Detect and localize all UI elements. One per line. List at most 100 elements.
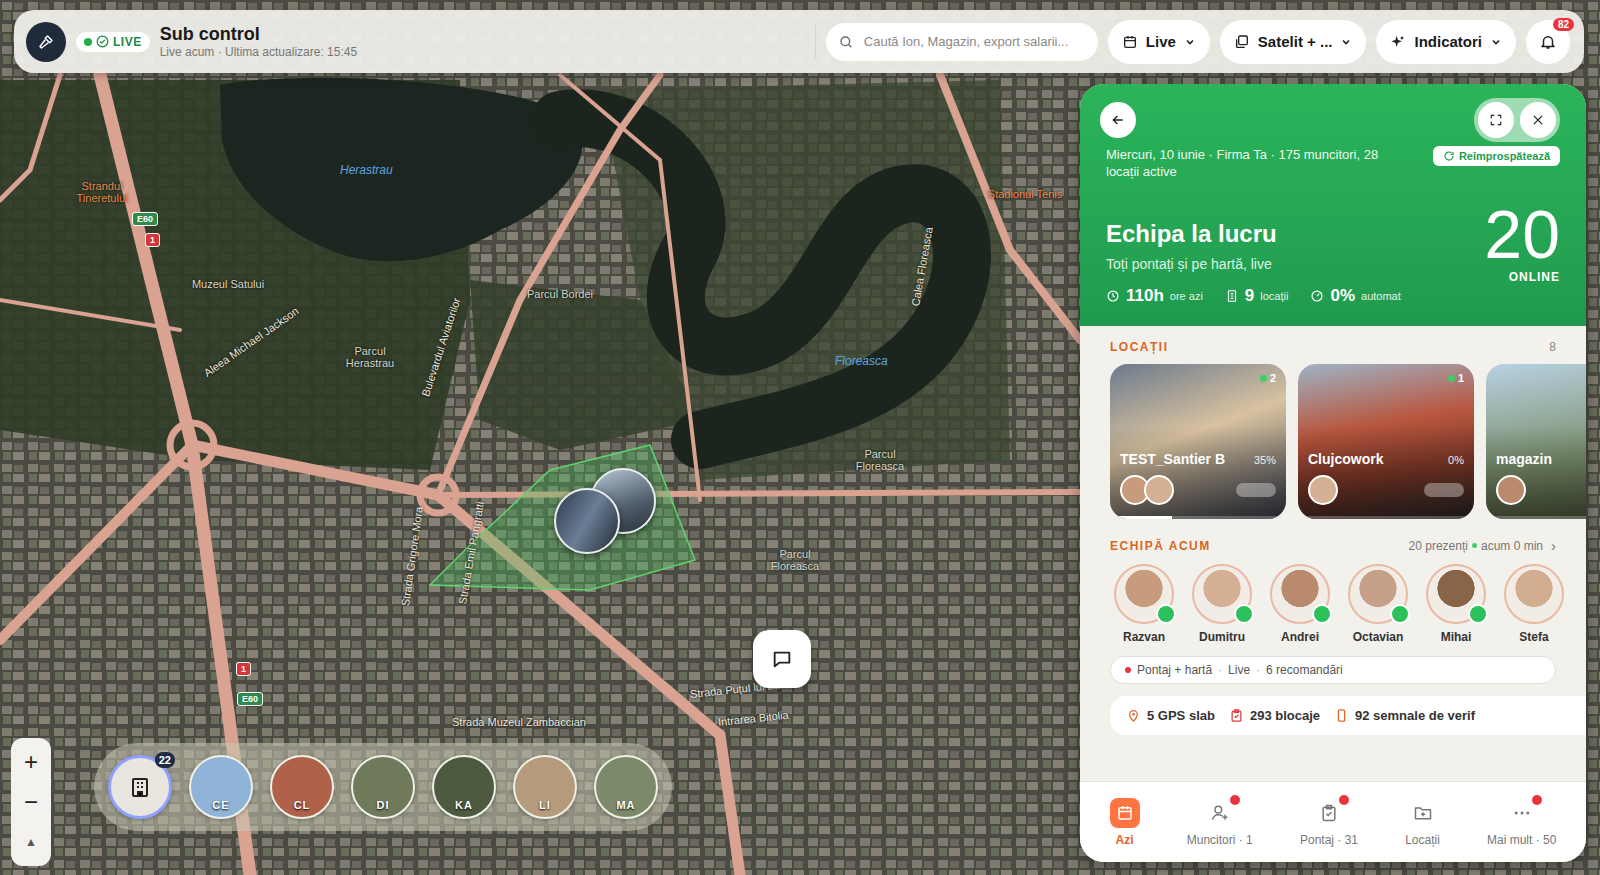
location-strip-item[interactable]: 22 (108, 755, 172, 819)
nav-label: Azi (1116, 833, 1134, 847)
more-icon (1512, 803, 1532, 823)
phone-icon (1334, 708, 1349, 723)
member-avatar (1192, 564, 1252, 624)
top-bar: LIVE Sub control Live acum · Ultima actu… (14, 10, 1584, 73)
worker-avatar (1308, 475, 1338, 505)
chevron-down-icon (1184, 36, 1196, 48)
date-line: Miercuri, 10 iunie · Firma Ta · 175 munc… (1106, 146, 1406, 180)
compass-button[interactable]: ▲ (11, 822, 51, 862)
alert-chip[interactable]: 293 blocaje (1229, 708, 1320, 723)
stat: 9 locații (1225, 286, 1289, 306)
nav-label: Mai mult · 50 (1487, 833, 1556, 847)
alert-chip[interactable]: 5 GPS slab (1126, 708, 1215, 723)
bottom-nav: Azi Muncitori · 1 Pontaj · 31 Locații Ma… (1080, 781, 1586, 862)
online-dot (1390, 604, 1410, 624)
team-member[interactable]: Dumitru (1184, 564, 1260, 644)
refresh-button[interactable]: Reîmprospătează (1433, 146, 1560, 166)
nav-item[interactable]: Azi (1104, 797, 1146, 848)
fullscreen-button[interactable] (1478, 102, 1514, 138)
team-member[interactable]: Razvan (1106, 564, 1182, 644)
nav-item[interactable]: Muncitori · 1 (1181, 797, 1259, 848)
back-button[interactable] (1100, 102, 1136, 138)
location-card[interactable]: magazin (1486, 364, 1586, 519)
chat-button[interactable] (753, 630, 811, 688)
expand-icon (1489, 113, 1503, 127)
online-dot (1468, 604, 1488, 624)
zoom-in-button[interactable]: + (11, 742, 51, 782)
refresh-icon (1443, 150, 1455, 162)
live-badge: LIVE (76, 32, 150, 52)
title-block: Sub control Live acum · Ultima actualiza… (160, 24, 357, 59)
zoom-out-button[interactable]: − (11, 782, 51, 822)
notifications-button[interactable]: 82 (1526, 20, 1570, 64)
online-count: 20 (1484, 198, 1560, 270)
clipboard-check-icon (1319, 803, 1339, 823)
search-field[interactable] (826, 23, 1098, 61)
location-progress (1110, 516, 1286, 519)
location-online-count: 2 (1260, 372, 1276, 384)
worker-avatar (1496, 475, 1526, 505)
map-label: Parcul Floreasca (755, 548, 835, 572)
location-card[interactable]: 2 TEST_Santier B 35% (1110, 364, 1286, 519)
location-strip-item[interactable]: CL (270, 755, 334, 819)
nav-item[interactable]: Locații (1399, 797, 1446, 848)
search-input[interactable] (862, 33, 1086, 50)
location-name: TEST_Santier B (1120, 451, 1225, 467)
clipboard-icon (1229, 708, 1244, 723)
location-cluster-marker[interactable] (542, 466, 662, 556)
stats-row: 110h ore azi 9 locații 0% automat (1106, 286, 1401, 306)
location-online-count: 1 (1448, 372, 1464, 384)
nav-label: Pontaj · 31 (1300, 833, 1358, 847)
dropdown[interactable]: Indicatori (1376, 20, 1516, 64)
close-icon (1531, 113, 1545, 127)
location-strip-item[interactable]: DI (351, 755, 415, 819)
panel-subtitle: Toți pontați și pe hartă, live (1106, 256, 1401, 272)
location-code: CL (294, 799, 311, 811)
member-avatar (1114, 564, 1174, 624)
map-label: Floreasca (835, 354, 888, 368)
location-card[interactable]: 1 Clujcowork 0% (1298, 364, 1474, 519)
nav-badge (1339, 795, 1349, 805)
online-label: ONLINE (1509, 270, 1560, 284)
zoom-controls: + − ▲ (11, 738, 51, 866)
map-label: Strandul Tineretului (62, 180, 142, 204)
nav-item[interactable]: Mai mult · 50 (1481, 797, 1562, 848)
team-member[interactable]: Mihai (1418, 564, 1494, 644)
location-name: magazin (1496, 451, 1552, 467)
location-name: Clujcowork (1308, 451, 1383, 467)
check-circle-icon (96, 35, 109, 48)
status-pill[interactable]: Pontaj + hartă· Live· 6 recomandări (1110, 656, 1556, 684)
nav-item[interactable]: Pontaj · 31 (1294, 797, 1364, 848)
online-dot (1234, 604, 1254, 624)
map-label: Parcul Herastrau (330, 345, 410, 369)
location-count-badge: 22 (155, 752, 175, 768)
map-label: Strada Muzeul Zambaccian (452, 716, 586, 728)
hammer-icon (37, 33, 55, 51)
stat: 110h ore azi (1106, 286, 1203, 306)
team-member[interactable]: Andrei (1262, 564, 1338, 644)
member-name: Andrei (1281, 630, 1319, 644)
location-code: KA (455, 799, 473, 811)
locations-count: 8 (1549, 340, 1556, 354)
member-avatar (1270, 564, 1330, 624)
location-strip-item[interactable]: KA (432, 755, 496, 819)
team-member[interactable]: Octavian (1340, 564, 1416, 644)
map-label: Herastrau (340, 163, 393, 177)
close-button[interactable] (1520, 102, 1556, 138)
bell-icon (1539, 33, 1557, 51)
location-progress (1486, 516, 1586, 519)
team-presence[interactable]: 20 prezențiacum 0 min› (1409, 537, 1556, 554)
dropdown[interactable]: Satelit + ... (1220, 20, 1367, 64)
dropdown[interactable]: Live (1108, 20, 1210, 64)
map-label: Parcul Floreasca (840, 448, 920, 472)
panel-body: LOCAȚII 8 2 TEST_Santier B 35% 1 Clujcow… (1080, 326, 1586, 781)
location-strip-item[interactable]: LI (513, 755, 577, 819)
alert-chip[interactable]: 92 semnale de verif (1334, 708, 1475, 723)
app-logo[interactable] (26, 22, 66, 62)
location-strip-item[interactable]: CE (189, 755, 253, 819)
location-percent: 35% (1254, 454, 1276, 466)
chevron-down-icon (1490, 36, 1502, 48)
online-dot (1156, 604, 1176, 624)
team-member[interactable]: Stefa (1496, 564, 1572, 644)
location-strip-item[interactable]: MA (594, 755, 658, 819)
